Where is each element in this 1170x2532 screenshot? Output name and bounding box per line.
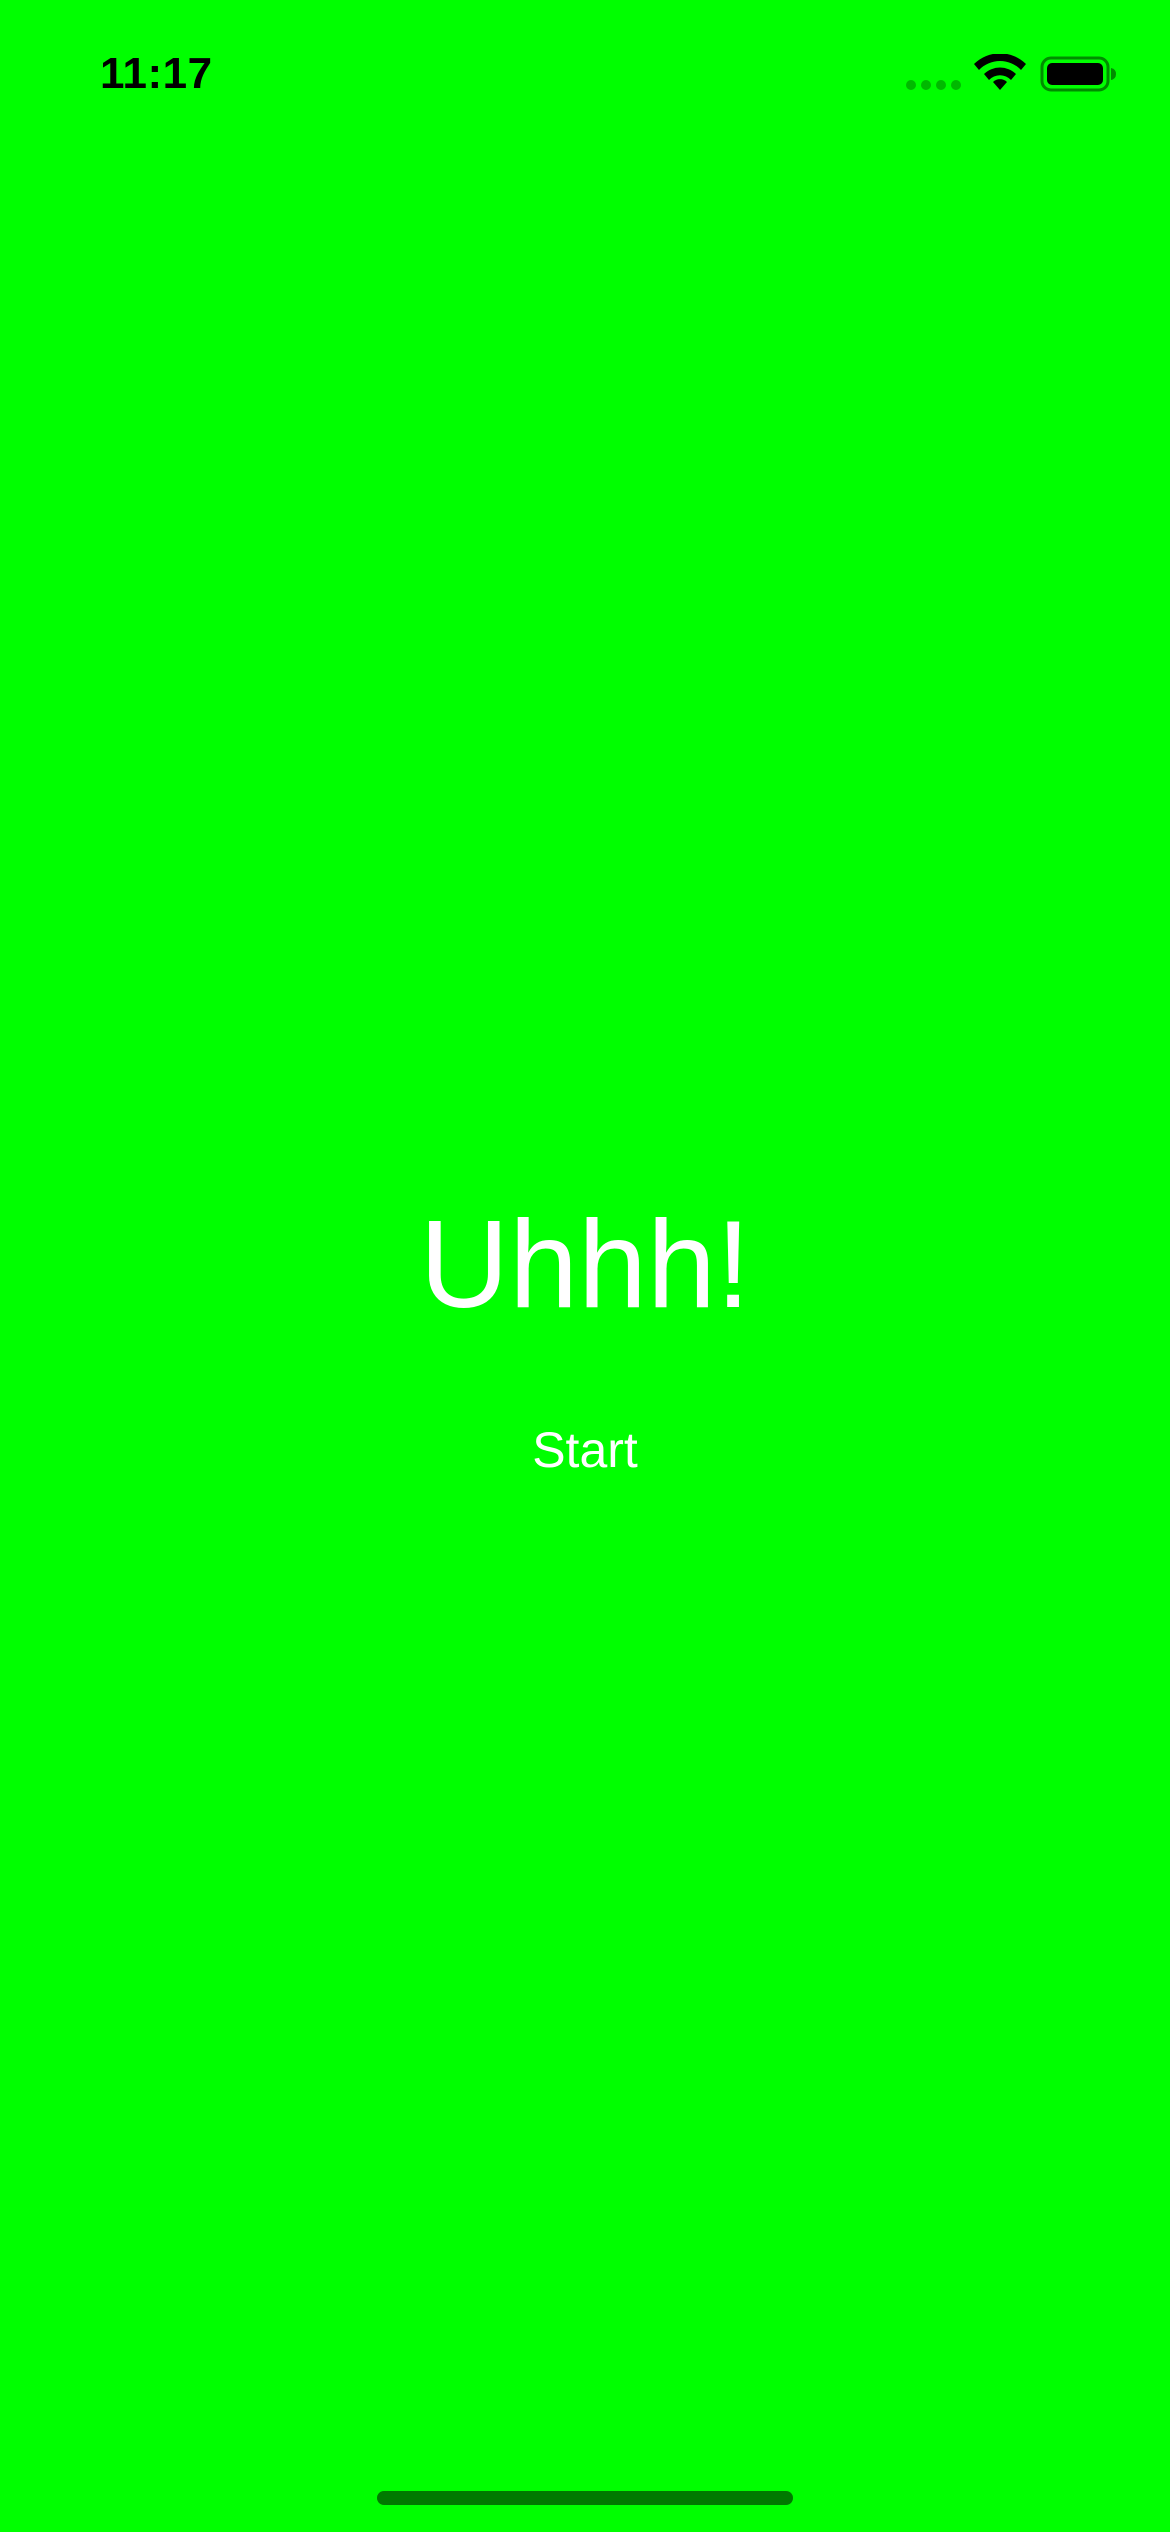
battery-icon <box>1040 56 1116 92</box>
wifi-icon <box>974 54 1026 90</box>
app-screen: 11:17 Uhhh! Start <box>0 0 1170 2532</box>
headline-text: Uhhh! <box>419 1196 751 1334</box>
signal-dots-icon <box>906 80 962 90</box>
start-button[interactable]: Start <box>485 1410 685 1490</box>
status-time: 11:17 <box>100 49 213 98</box>
home-indicator[interactable] <box>377 2491 793 2505</box>
